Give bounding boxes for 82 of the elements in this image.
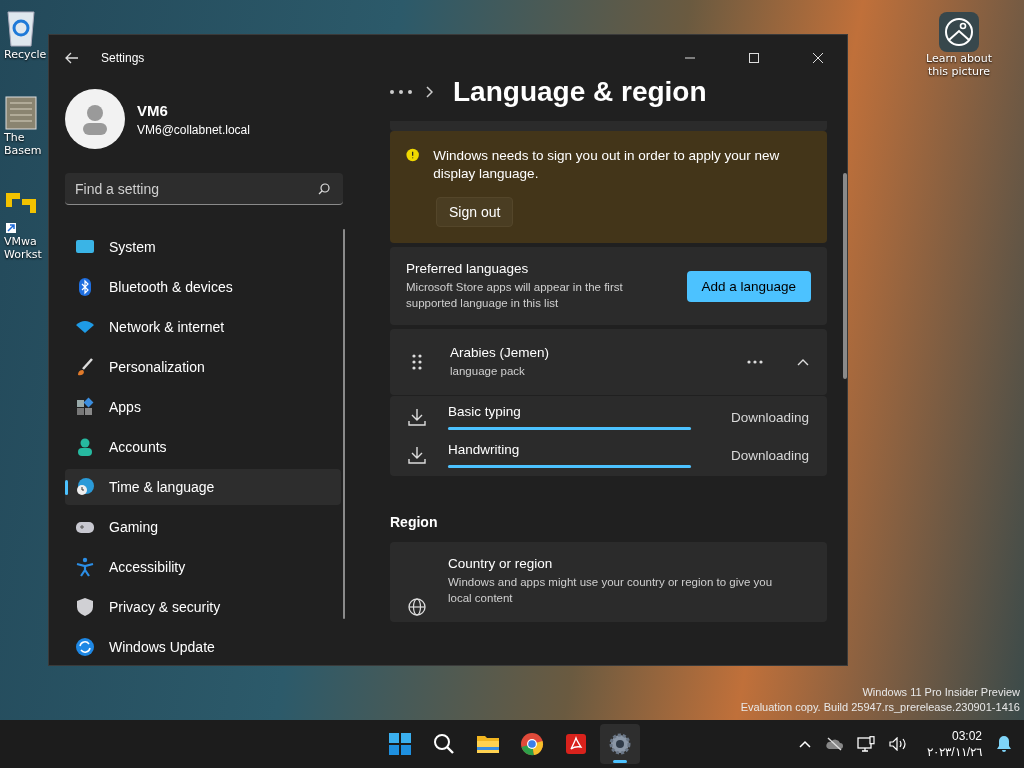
apps-icon [75, 397, 95, 417]
language-name: Arabies (Jemen) [450, 345, 551, 360]
user-name: VM6 [137, 101, 169, 119]
download-icon [408, 446, 426, 464]
sign-out-button[interactable]: Sign out [436, 197, 514, 227]
close-icon[interactable] [813, 53, 823, 63]
shortcut-app-icon[interactable] [4, 191, 38, 235]
language-card[interactable]: Arabies (Jemen) language pack [390, 329, 828, 395]
feature-status: Downloading [731, 409, 810, 425]
taskbar-button[interactable] [600, 724, 640, 764]
person-icon [75, 437, 95, 457]
nav-item[interactable]: Bluetooth & devices [65, 269, 341, 305]
nav-item[interactable]: Time & language [65, 469, 341, 505]
browser-icon[interactable] [520, 732, 544, 756]
maximize-icon[interactable] [749, 53, 759, 63]
nav-item[interactable]: Personalization [65, 349, 341, 385]
picture-info-icon[interactable] [939, 12, 979, 52]
avatar-icon[interactable] [65, 89, 125, 149]
desktop-icon-label[interactable]: this picture [928, 65, 990, 78]
search-field[interactable]: Find a setting [65, 173, 343, 205]
card-title: Country or region [448, 556, 554, 571]
warning-message: Windows needs to sign you out in order to apply your new display language. [433, 147, 781, 183]
back-arrow-icon[interactable] [65, 52, 79, 64]
section-heading: Region [390, 514, 439, 530]
image-file-icon[interactable] [4, 95, 38, 131]
volume-icon[interactable] [889, 737, 908, 751]
page-title: Language & region [453, 76, 707, 108]
chevron-right-icon [426, 86, 433, 98]
update-icon [75, 637, 95, 657]
gear-icon[interactable] [608, 732, 632, 756]
nav-item[interactable]: Gaming [65, 509, 341, 545]
card-description: Windows and apps might use your country or region to give you local content [448, 575, 774, 606]
nav-item[interactable]: Privacy & security [65, 589, 341, 625]
add-language-button[interactable]: Add a language [686, 270, 812, 302]
clock-date[interactable]: ٢٠٢٣/١١/٢٦ [927, 744, 982, 760]
accessibility-icon [75, 557, 95, 577]
paintbrush-icon [75, 357, 95, 377]
desktop-icon-label[interactable]: VMwa [4, 235, 37, 248]
desktop-icon-label[interactable]: Basem [4, 144, 42, 157]
nav-item[interactable]: System [65, 229, 341, 265]
desktop-icon-label[interactable]: Workst [4, 248, 42, 261]
desktop-icon-label[interactable]: Learn about [926, 52, 992, 65]
warning-icon [406, 147, 420, 163]
card-title: Preferred languages [406, 261, 530, 276]
drag-handle-icon[interactable] [412, 354, 422, 370]
desktop-icon-label[interactable]: The [4, 131, 25, 144]
feature-status: Downloading [731, 447, 810, 463]
start-icon[interactable] [388, 732, 412, 756]
user-email: VM6@collabnet.local [137, 122, 250, 137]
feature-name: Basic typing [448, 404, 522, 419]
bell-icon[interactable] [996, 735, 1012, 753]
search-icon[interactable] [318, 183, 330, 195]
search-icon[interactable] [432, 732, 456, 756]
nav-item[interactable]: Accessibility [65, 549, 341, 585]
nav-item[interactable]: Network & internet [65, 309, 341, 345]
region-card[interactable]: Country or region Windows and apps might use your country or region to give you local content [390, 542, 828, 622]
watermark-text: Evaluation copy. Build 25947.rs_prerelease.230901-1416 [740, 700, 1020, 715]
download-icon [408, 408, 426, 426]
more-icon[interactable] [747, 360, 764, 364]
window-title: Settings [101, 51, 145, 65]
chevron-icon[interactable] [797, 358, 810, 366]
clock-time[interactable]: 03:02 [927, 728, 982, 744]
watermark-text: Windows 11 Pro Insider Preview [861, 685, 1020, 700]
nav-item[interactable]: Windows Update [65, 629, 341, 665]
globe-icon [408, 598, 426, 616]
pdf-icon[interactable] [564, 732, 588, 756]
feature-name: Handwriting [448, 442, 521, 457]
language-subtitle: language pack [450, 364, 526, 379]
desktop-icon-label[interactable]: Recycle [4, 48, 47, 61]
selection-indicator [65, 480, 68, 495]
nav-item[interactable]: Accounts [65, 429, 341, 465]
card-description: Microsoft Store apps will appear in the first supported language in this list [406, 280, 624, 311]
network-icon[interactable] [857, 736, 876, 752]
recycle-bin-icon[interactable] [4, 8, 38, 48]
scrollbar[interactable] [343, 229, 345, 619]
chevron-up-icon[interactable] [799, 740, 812, 748]
nav-item[interactable]: Apps [65, 389, 341, 425]
scrollbar-thumb[interactable] [843, 173, 847, 379]
more-icon[interactable] [390, 90, 412, 94]
shield-icon [75, 597, 95, 617]
globe-clock-icon [75, 477, 95, 497]
cloud-off-icon[interactable] [825, 737, 844, 751]
